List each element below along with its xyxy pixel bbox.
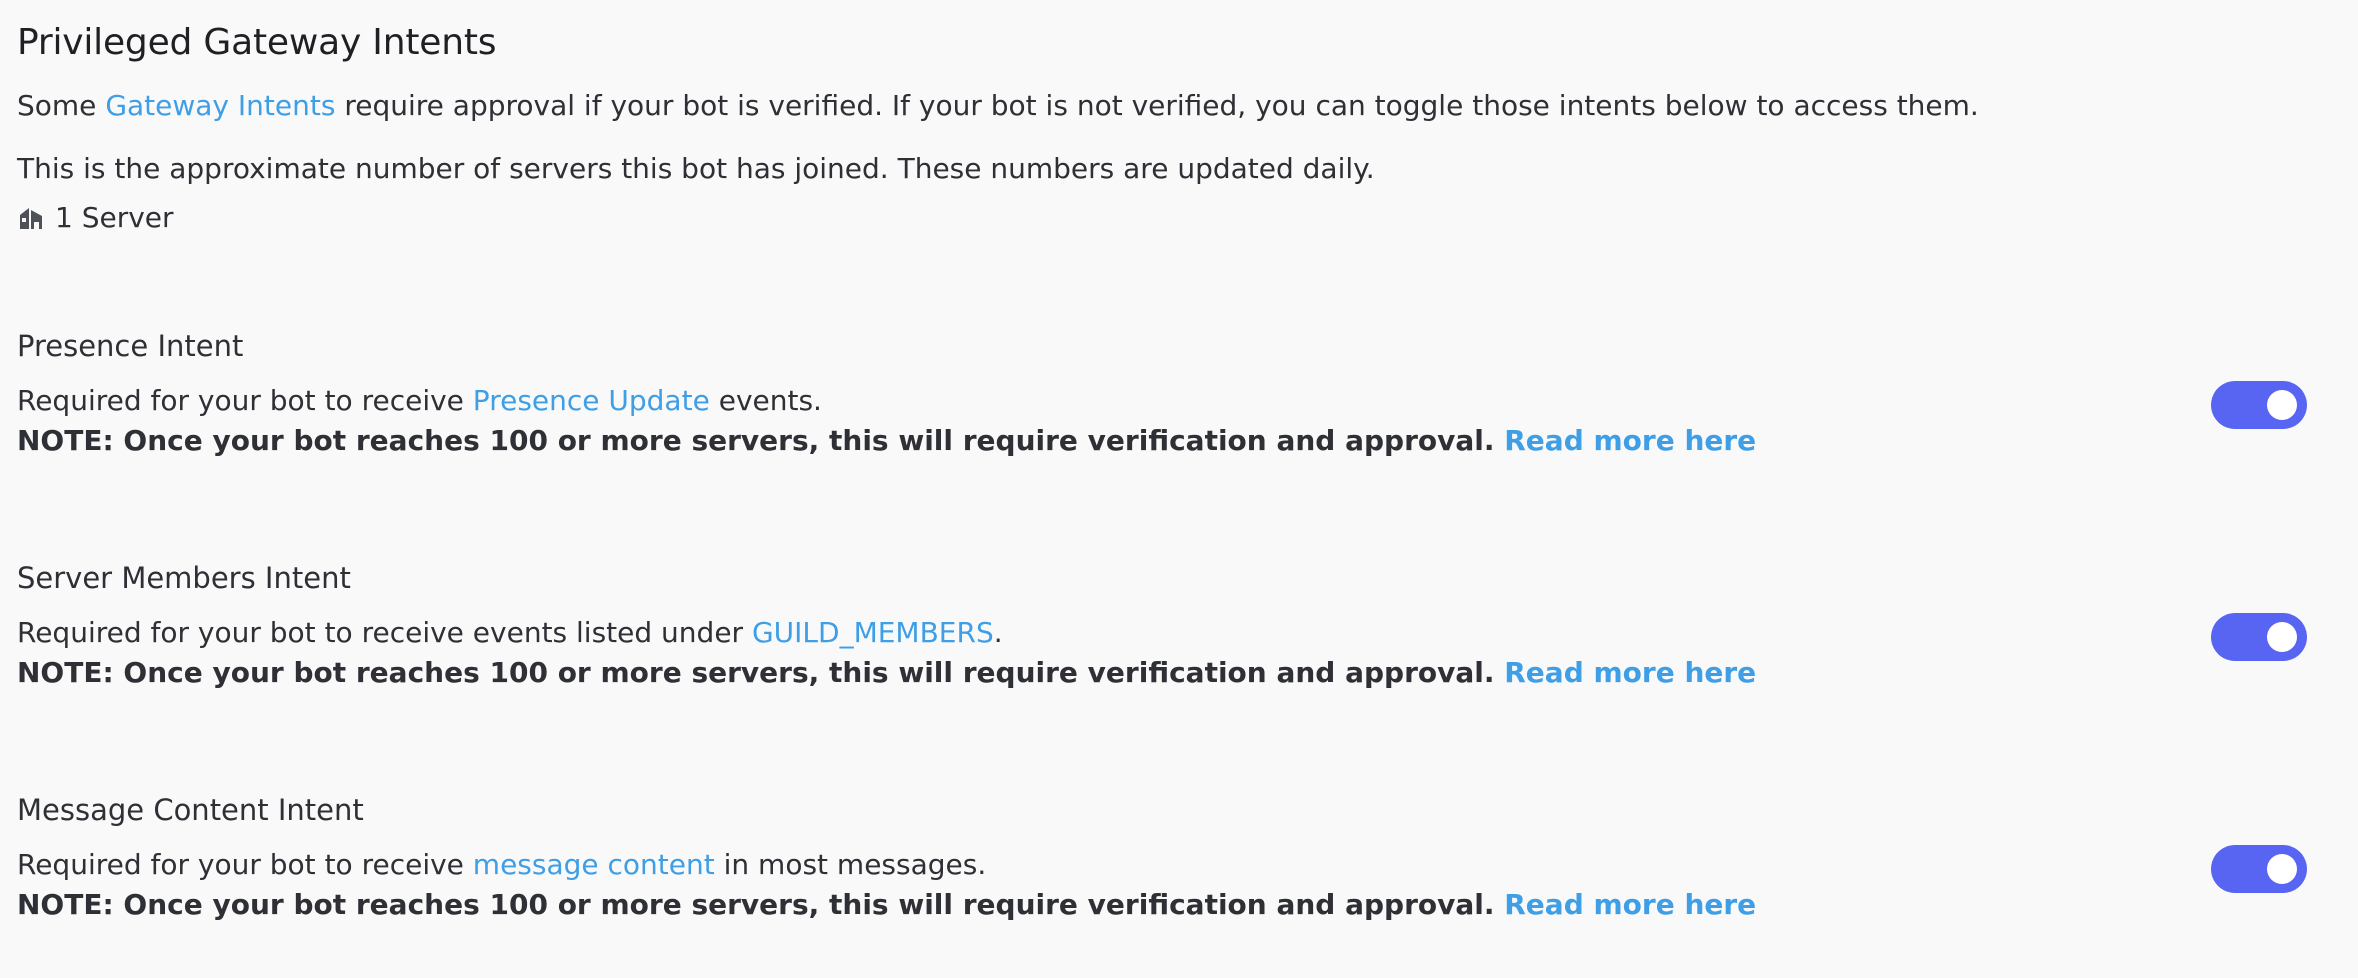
gateway-intents-link[interactable]: Gateway Intents bbox=[105, 89, 335, 122]
message-content-intent: Message Content Intent Required for your… bbox=[17, 790, 2313, 921]
intent-title: Message Content Intent bbox=[17, 793, 364, 827]
presence-update-link[interactable]: Presence Update bbox=[473, 384, 710, 417]
intent-note-text: NOTE: Once your bot reaches 100 or more … bbox=[17, 424, 1495, 457]
toggle-knob bbox=[2267, 854, 2297, 884]
page-title: Privileged Gateway Intents bbox=[17, 22, 497, 63]
intro-suffix: require approval if your bot is verified… bbox=[335, 89, 1979, 122]
intent-desc-prefix: Required for your bot to receive events … bbox=[17, 616, 752, 649]
server-count: 1 Server bbox=[17, 198, 174, 238]
intent-desc-suffix: events. bbox=[709, 384, 822, 417]
read-more-link[interactable]: Read more here bbox=[1504, 656, 1756, 689]
server-count-label: 1 Server bbox=[55, 201, 174, 234]
intent-note: NOTE: Once your bot reaches 100 or more … bbox=[17, 421, 1756, 461]
intent-description: Required for your bot to receive events … bbox=[17, 613, 1003, 653]
intent-desc-suffix: . bbox=[993, 616, 1003, 649]
server-count-note: This is the approximate number of server… bbox=[17, 152, 1375, 185]
presence-intent-toggle[interactable] bbox=[2211, 381, 2307, 429]
intent-note: NOTE: Once your bot reaches 100 or more … bbox=[17, 653, 1756, 693]
server-icon bbox=[17, 204, 45, 232]
message-content-link[interactable]: message content bbox=[473, 848, 715, 881]
intent-desc-suffix: in most messages. bbox=[714, 848, 987, 881]
server-members-intent-toggle[interactable] bbox=[2211, 613, 2307, 661]
server-members-intent: Server Members Intent Required for your … bbox=[17, 558, 2313, 689]
intent-note-text: NOTE: Once your bot reaches 100 or more … bbox=[17, 656, 1495, 689]
intent-title: Server Members Intent bbox=[17, 561, 351, 595]
intent-desc-prefix: Required for your bot to receive bbox=[17, 384, 473, 417]
read-more-link[interactable]: Read more here bbox=[1504, 888, 1756, 921]
message-content-intent-toggle[interactable] bbox=[2211, 845, 2307, 893]
intent-title: Presence Intent bbox=[17, 329, 244, 363]
intro-text: Some Gateway Intents require approval if… bbox=[17, 86, 1979, 126]
intent-description: Required for your bot to receive message… bbox=[17, 845, 986, 885]
intent-note-text: NOTE: Once your bot reaches 100 or more … bbox=[17, 888, 1495, 921]
intent-description: Required for your bot to receive Presenc… bbox=[17, 381, 822, 421]
guild-members-link[interactable]: GUILD_MEMBERS bbox=[752, 616, 994, 649]
toggle-knob bbox=[2267, 390, 2297, 420]
intro-prefix: Some bbox=[17, 89, 106, 122]
presence-intent: Presence Intent Required for your bot to… bbox=[17, 326, 2313, 457]
read-more-link[interactable]: Read more here bbox=[1504, 424, 1756, 457]
toggle-knob bbox=[2267, 622, 2297, 652]
intent-desc-prefix: Required for your bot to receive bbox=[17, 848, 473, 881]
intent-note: NOTE: Once your bot reaches 100 or more … bbox=[17, 885, 1756, 925]
